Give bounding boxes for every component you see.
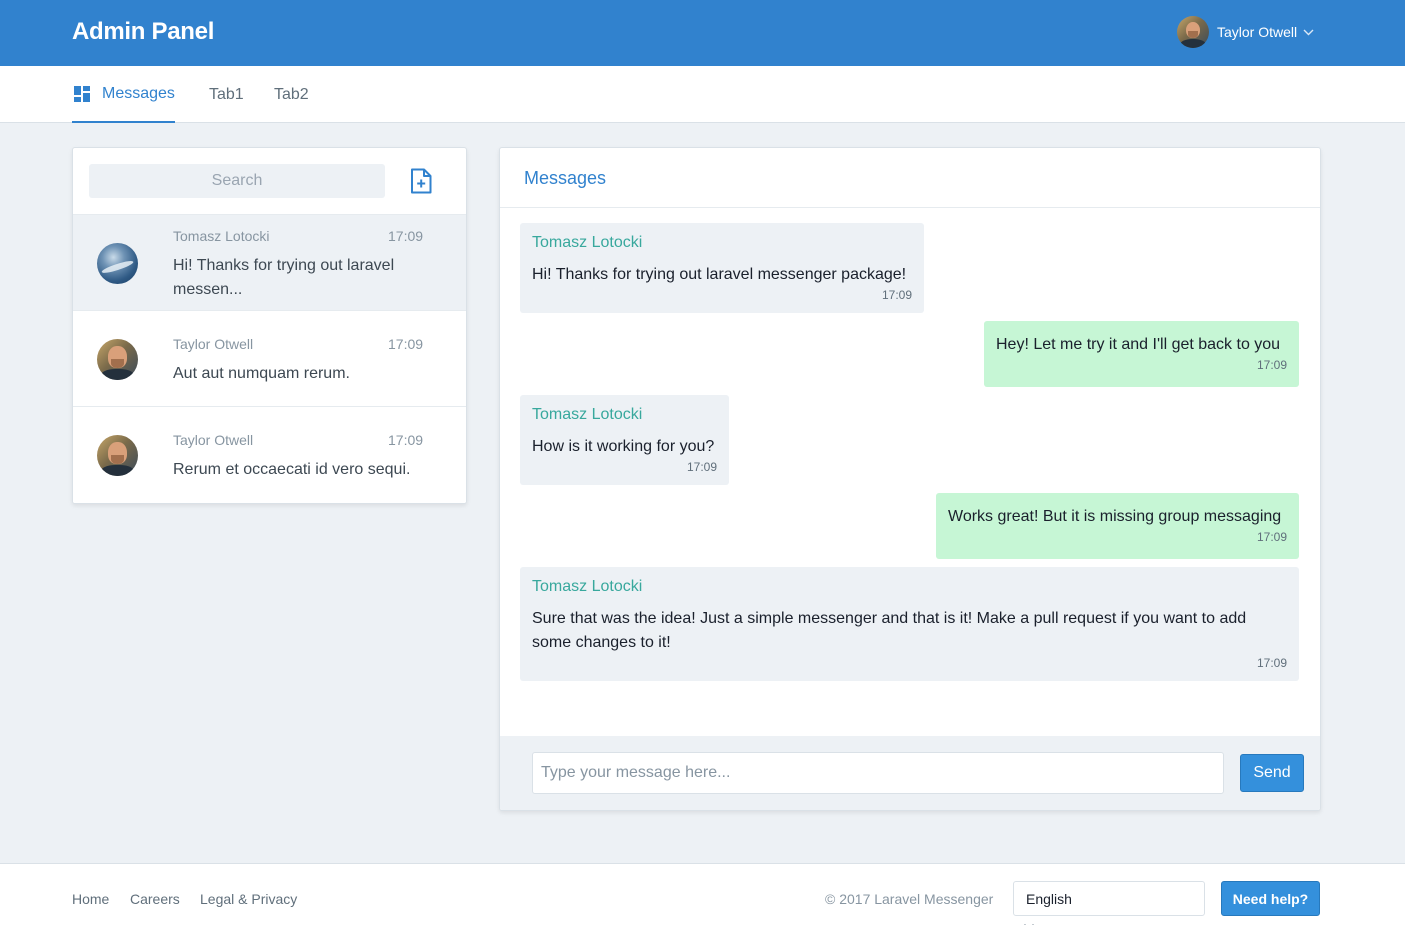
message-sender: Tomasz Lotocki [532,234,643,251]
copyright-text: © 2017 Laravel Messenger [825,891,994,907]
tab-label: Tab1 [209,85,244,103]
message-bubble-outgoing: Works great! But it is missing group mes… [936,493,1299,559]
conversation-title: Messages [524,168,607,188]
message-sender: Tomasz Lotocki [532,578,643,595]
thread-item[interactable]: Taylor Otwell 17:09 Rerum et occaecati i… [73,407,466,503]
user-avatar [1177,16,1209,48]
tab-tab1[interactable]: Tab1 [209,66,244,123]
need-help-button[interactable]: Need help? [1221,881,1320,916]
send-button[interactable]: Send [1240,754,1304,792]
contact-avatar [97,339,138,380]
message-time: 17:09 [1256,358,1287,372]
thread-time: 17:09 [388,432,424,448]
footer-link-legal-privacy[interactable]: Legal & Privacy [200,891,297,907]
page-footer: Home Careers Legal & Privacy © 2017 Lara… [0,863,1405,925]
thread-item[interactable]: Tomasz Lotocki 17:09 Hi! Thanks for tryi… [73,215,466,311]
message-bubble-incoming: Tomasz Lotocki Sure that was the idea! J… [520,567,1299,681]
thread-time: 17:09 [388,228,424,244]
thread-contact-name: Taylor Otwell [173,336,254,352]
tab-label: Messages [102,84,175,102]
search-input[interactable] [89,164,385,198]
tab-messages[interactable]: Messages [72,66,175,123]
tab-label: Tab2 [274,85,309,103]
message-text: Sure that was the idea! Just a simple me… [532,610,1247,651]
chevron-down-icon [1303,29,1314,36]
thread-preview: Hi! Thanks for trying out laravel messen… [173,257,395,298]
thread-preview: Aut aut numquam rerum. [173,365,350,382]
tab-tab2[interactable]: Tab2 [274,66,309,123]
divider [500,207,1320,208]
language-select[interactable]: English [1013,881,1205,916]
message-time: 17:09 [1256,530,1287,544]
message-time: 17:09 [686,460,717,474]
conversation-panel: Messages Tomasz Lotocki Hi! Thanks for t… [499,147,1321,811]
message-text: Works great! But it is missing group mes… [948,508,1282,525]
message-input[interactable] [532,752,1224,794]
message-bubble-incoming: Tomasz Lotocki Hi! Thanks for trying out… [520,223,924,313]
brand-title[interactable]: Admin Panel [72,18,214,46]
thread-preview: Rerum et occaecati id vero sequi. [173,461,411,478]
dashboard-icon [72,84,92,104]
user-name: Taylor Otwell [1217,24,1298,40]
message-text: How is it working for you? [532,438,715,455]
chevron-down-icon [1023,918,1035,925]
message-sender: Tomasz Lotocki [532,406,643,423]
user-menu[interactable]: Taylor Otwell [1177,16,1314,48]
message-bubble-outgoing: Hey! Let me try it and I'll get back to … [984,321,1299,387]
contact-avatar [97,435,138,476]
thread-item[interactable]: Taylor Otwell 17:09 Aut aut numquam reru… [73,311,466,407]
top-header: Admin Panel Taylor Otwell [0,0,1405,66]
footer-link-home[interactable]: Home [72,891,109,907]
message-text: Hi! Thanks for trying out laravel messen… [532,266,907,283]
message-time: 17:09 [1256,656,1287,670]
thread-time: 17:09 [388,336,424,352]
thread-list: Tomasz Lotocki 17:09 Hi! Thanks for tryi… [72,147,467,504]
thread-contact-name: Tomasz Lotocki [173,228,270,244]
contact-avatar [97,243,138,284]
message-time: 17:09 [881,288,912,302]
new-document-icon[interactable] [410,168,432,194]
message-bubble-incoming: Tomasz Lotocki How is it working for you… [520,395,729,485]
thread-contact-name: Taylor Otwell [173,432,254,448]
tab-bar: Messages Tab1 Tab2 [0,66,1405,123]
message-text: Hey! Let me try it and I'll get back to … [996,336,1281,353]
message-composer: Send [500,736,1320,810]
thread-search-row [73,148,466,215]
footer-link-careers[interactable]: Careers [130,891,180,907]
